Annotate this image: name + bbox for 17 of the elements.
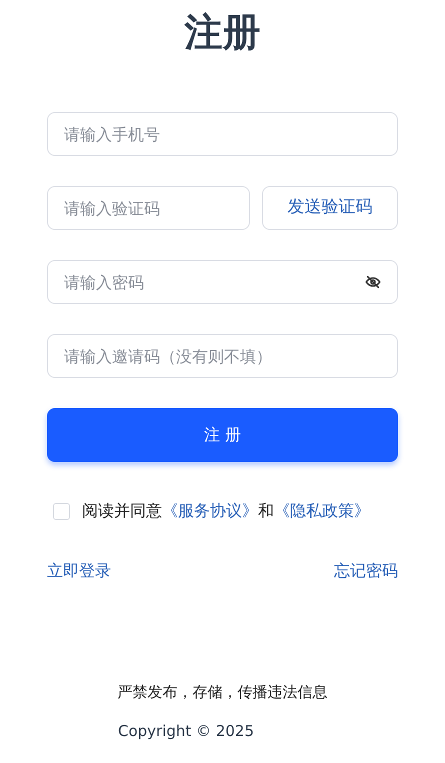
copyright-text: Copyright © 2025	[118, 720, 254, 742]
login-link[interactable]: 立即登录	[47, 559, 111, 583]
forgot-password-link[interactable]: 忘记密码	[334, 559, 398, 583]
agreement-link[interactable]: 《服务协议》	[162, 499, 258, 523]
input-field[interactable]: 请输入密码	[47, 260, 398, 304]
eye-slash-icon[interactable]	[365, 274, 381, 290]
notice-text: 严禁发布，存储，传播违法信息	[118, 682, 328, 703]
agreement-text: 和	[258, 500, 274, 522]
agreement-text: 阅读并同意	[82, 500, 162, 522]
send-code-button[interactable]: 发送验证码	[262, 186, 398, 230]
register-button[interactable]: 注 册	[47, 408, 398, 462]
page-title: 注册	[184, 9, 260, 56]
agreement-link[interactable]: 《隐私政策》	[274, 499, 370, 523]
input-field[interactable]: 请输入验证码	[47, 186, 250, 230]
input-field[interactable]: 请输入邀请码（没有则不填）	[47, 334, 398, 378]
agree-checkbox[interactable]	[53, 502, 70, 520]
input-field[interactable]: 请输入手机号	[47, 112, 398, 156]
